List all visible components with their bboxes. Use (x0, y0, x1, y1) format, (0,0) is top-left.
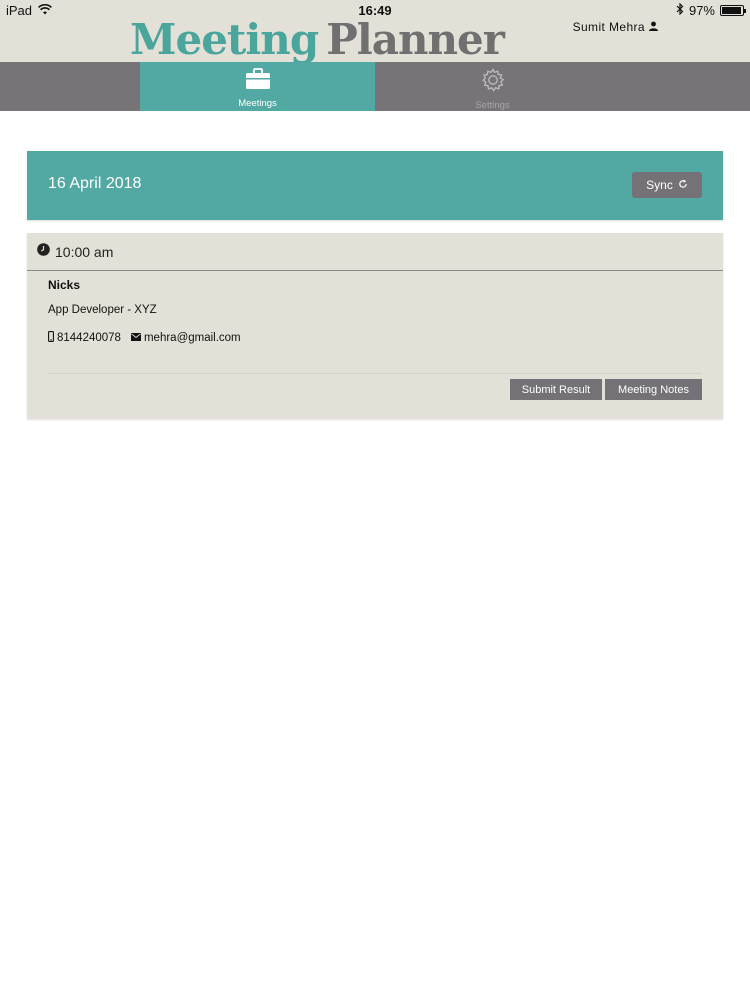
attendee-phone[interactable]: 8144240078 (57, 332, 121, 344)
bluetooth-icon (676, 2, 684, 18)
refresh-icon (678, 178, 688, 192)
date-title: 16 April 2018 (48, 175, 142, 192)
submit-result-button[interactable]: Submit Result (510, 379, 602, 400)
attendee-role: App Developer - XYZ (48, 304, 157, 316)
phone-icon (48, 331, 54, 345)
attendee-name: Nicks (48, 278, 81, 292)
user-name: Sumit Mehra (572, 20, 645, 34)
app-header: iPad 16:49 97% Meeting Planner Sumit Mehr… (0, 0, 750, 62)
briefcase-icon (245, 68, 271, 95)
tab-bar: Meetings Settings (0, 62, 750, 111)
gear-icon (481, 68, 505, 97)
attendee-email[interactable]: mehra@gmail.com (144, 332, 241, 344)
meeting-time: 10:00 am (55, 243, 114, 260)
meeting-time-row: 10:00 am (27, 233, 723, 271)
battery-icon (720, 5, 746, 16)
tab-settings-label: Settings (475, 100, 510, 111)
sync-button[interactable]: Sync (632, 172, 702, 198)
tab-meetings-label: Meetings (238, 98, 277, 109)
app-logo: Meeting Planner (130, 15, 505, 64)
user-icon (649, 20, 658, 34)
card-divider (48, 373, 702, 374)
meeting-notes-button[interactable]: Meeting Notes (605, 379, 702, 400)
date-card: 16 April 2018 Sync (27, 151, 723, 220)
status-right: 97% (676, 2, 746, 18)
clock-icon (37, 242, 50, 261)
attendee-contact: 8144240078 mehra@gmail.com (48, 331, 241, 345)
logo-meeting: Meeting (130, 15, 319, 64)
battery-fill (722, 7, 742, 14)
envelope-icon (130, 332, 141, 344)
tab-meetings[interactable]: Meetings (140, 62, 375, 111)
user-menu[interactable]: Sumit Mehra (573, 20, 658, 34)
logo-planner: Planner (326, 15, 505, 64)
tab-settings[interactable]: Settings (375, 62, 610, 111)
battery-percent: 97% (688, 3, 715, 18)
sync-label: Sync (646, 178, 673, 192)
meeting-card: 10:00 am Nicks App Developer - XYZ 81442… (27, 233, 723, 419)
